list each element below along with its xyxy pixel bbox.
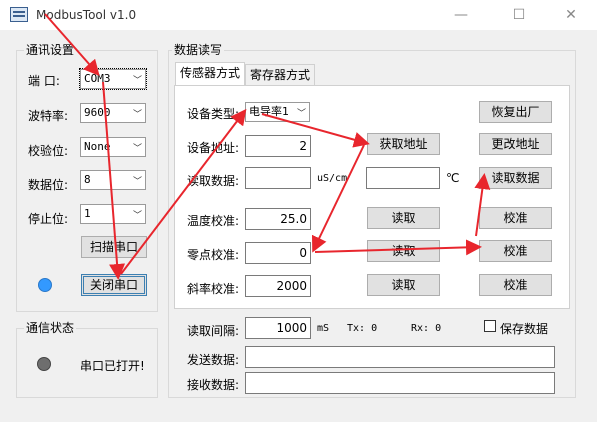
arrow-port-to-close [102, 81, 126, 280]
arrow-calib-to-read [474, 173, 491, 237]
arrow-zero-to-calib [314, 239, 482, 256]
arrow-close-to-device-type [120, 108, 247, 275]
arrow-device-type-to-get-addr [261, 113, 370, 148]
arrow-get-addr-to-zero [311, 144, 365, 253]
arrow-title-to-port [44, 13, 100, 77]
annotation-arrows [44, 13, 491, 280]
